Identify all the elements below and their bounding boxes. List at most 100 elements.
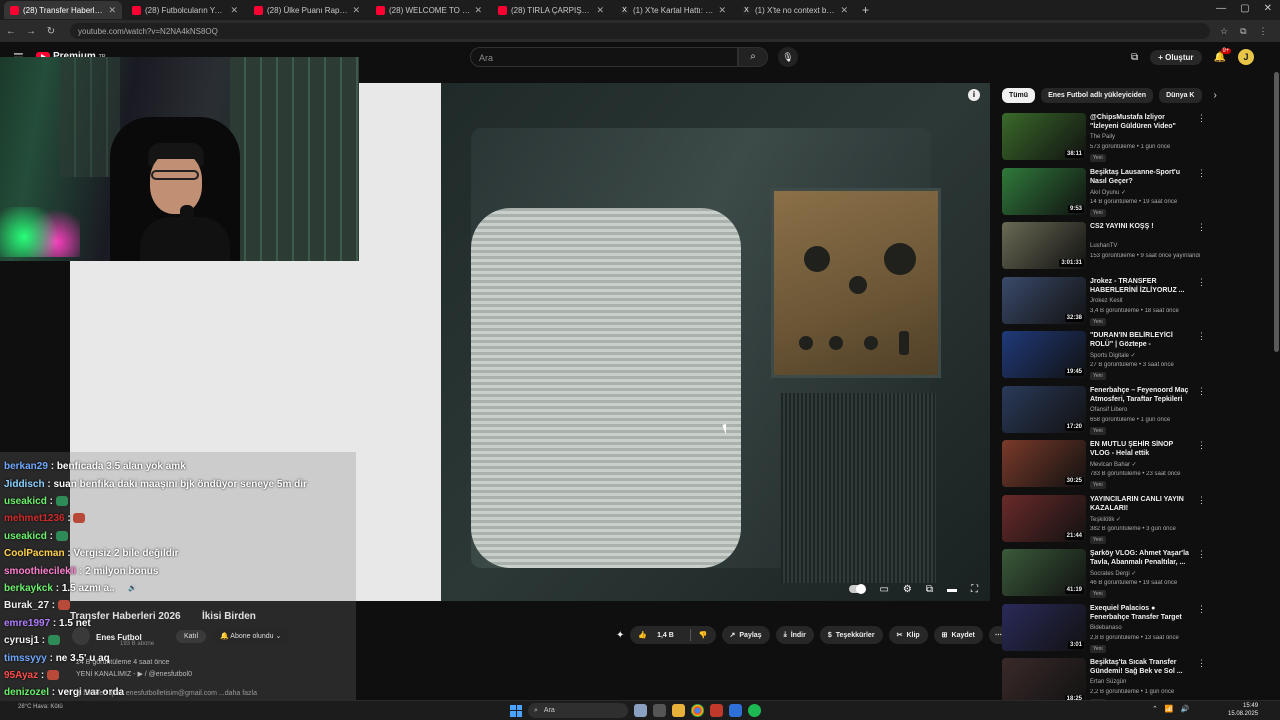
save-button[interactable]: ⊞ Kaydet xyxy=(933,626,983,644)
browser-tab[interactable]: (28) TIRLA ÇARPIŞTI! Türkiye'de ✕ xyxy=(492,1,610,19)
close-tab-icon[interactable]: ✕ xyxy=(352,5,360,16)
video-channel[interactable]: The Paily xyxy=(1090,134,1115,140)
more-options-icon[interactable]: ⋮ xyxy=(1197,113,1206,124)
video-channel[interactable]: Mevlcan Bahar ✓ xyxy=(1090,461,1137,468)
video-thumbnail[interactable]: 3:01 xyxy=(1002,603,1086,651)
more-options-icon[interactable]: ⋮ xyxy=(1197,277,1206,288)
weather-widget[interactable]: 28°C Hava: Kötü xyxy=(18,704,63,710)
reload-icon[interactable]: ↻ xyxy=(42,26,60,37)
browser-tab[interactable]: (28) Ülke Puanı Raporu Part-4✕ xyxy=(248,1,366,19)
close-tab-icon[interactable]: ✕ xyxy=(718,5,726,16)
voice-search-button[interactable]: 🎙 xyxy=(778,47,798,67)
url-field[interactable]: youtube.com/watch?v=N2NA4kNS8OQ xyxy=(70,23,1210,39)
channel-avatar[interactable] xyxy=(72,627,90,645)
more-options-icon[interactable]: ⋮ xyxy=(1197,495,1206,506)
video-thumbnail[interactable]: 21:44 xyxy=(1002,494,1086,542)
widgets-icon[interactable] xyxy=(634,704,647,717)
video-title[interactable]: Şarköy VLOG: Ahmet Yaşar'la Tavla, Abanm… xyxy=(1090,549,1190,567)
video-thumbnail[interactable]: 30:25 xyxy=(1002,440,1086,487)
video-channel[interactable]: LushanTV xyxy=(1090,243,1117,249)
video-title[interactable]: Beşiktaş'ta Sıcak Transfer Gündemi! Sağ … xyxy=(1090,658,1190,676)
recommended-video[interactable]: 30:25 EN MUTLU ŞEHİR SİNOP VLOG - Helal e… xyxy=(1002,440,1272,495)
video-channel[interactable]: Ertan Süzgün xyxy=(1090,679,1126,685)
more-options-icon[interactable]: ⋮ xyxy=(1197,658,1206,669)
network-icon[interactable]: 📶 xyxy=(1165,705,1174,713)
description-line-1[interactable]: YENİ KANALIMIZ - ▶ / @enesfutbol0 xyxy=(76,670,192,678)
taskbar-search[interactable]: ⌕ Ara xyxy=(528,703,628,718)
info-icon[interactable]: i xyxy=(968,89,980,101)
task-view-icon[interactable] xyxy=(653,704,666,717)
forward-icon[interactable]: → xyxy=(22,26,40,37)
notifications-button[interactable]: 🔔 9+ xyxy=(1214,47,1232,63)
thanks-button[interactable]: $ Teşekkürler xyxy=(819,626,883,644)
more-options-icon[interactable]: ⋮ xyxy=(1197,386,1206,397)
video-channel[interactable]: Jrokez Kesit xyxy=(1090,298,1123,304)
more-options-icon[interactable]: ⋮ xyxy=(1197,331,1206,342)
close-tab-icon[interactable]: ✕ xyxy=(108,5,116,16)
close-tab-icon[interactable]: ✕ xyxy=(840,5,848,16)
video-title[interactable]: YAYINCILARIN CANLI YAYIN KAZALARI! xyxy=(1090,495,1190,513)
recommended-video[interactable]: 32:38 Jrokez - TRANSFER HABERLERİNİ İZLİY… xyxy=(1002,276,1272,332)
video-thumbnail[interactable]: 18:25 xyxy=(1002,658,1086,705)
cast-icon[interactable]: ⧉ xyxy=(1131,52,1138,63)
create-button[interactable]: + Oluştur xyxy=(1150,49,1202,65)
close-tab-icon[interactable]: ✕ xyxy=(596,5,604,16)
video-channel[interactable]: Socrates Dergi ✓ xyxy=(1090,570,1136,577)
back-icon[interactable]: ← xyxy=(2,26,20,37)
close-window-icon[interactable]: ✕ xyxy=(1264,3,1272,14)
subscribed-button[interactable]: 🔔 Abone olundu ⌄ xyxy=(212,629,290,643)
chrome-icon[interactable] xyxy=(691,704,704,717)
dislike-button[interactable]: 👎 xyxy=(691,631,716,639)
video-title[interactable]: Exequiel Palacios ● Fenerbahçe Transfer … xyxy=(1090,604,1190,622)
subtitles-icon[interactable]: ▭ xyxy=(879,584,888,595)
video-title[interactable]: Fenerbahçe – Feyenoord Maç Atmosferi, Ta… xyxy=(1090,386,1190,404)
app-icon[interactable] xyxy=(710,704,723,717)
account-avatar[interactable]: J xyxy=(1238,49,1254,65)
more-options-icon[interactable]: ⋮ xyxy=(1197,222,1206,233)
miniplayer-icon[interactable]: ⧉ xyxy=(926,584,933,595)
video-channel[interactable]: Sports Digitale ✓ xyxy=(1090,352,1136,359)
close-tab-icon[interactable]: ✕ xyxy=(230,5,238,16)
more-options-icon[interactable]: ⋮ xyxy=(1197,440,1206,451)
browser-tab[interactable]: (28) Futbolcuların Yeni Kulüple ✕ xyxy=(126,1,244,19)
video-thumbnail[interactable]: 38:11 xyxy=(1002,113,1086,160)
messenger-icon[interactable] xyxy=(729,704,742,717)
menu-icon[interactable]: ⋮ xyxy=(1259,26,1268,37)
fullscreen-icon[interactable]: ⛶ xyxy=(971,584,978,595)
video-thumbnail[interactable]: 41:19 xyxy=(1002,549,1086,596)
recommended-video[interactable]: 38:11 @ChipsMustafa İzliyor "İzleyeni Gül… xyxy=(1002,113,1272,168)
more-options-icon[interactable]: ⋮ xyxy=(1197,168,1206,179)
minimize-icon[interactable]: — xyxy=(1216,3,1226,14)
spotify-icon[interactable] xyxy=(748,704,761,717)
recommended-video[interactable]: 41:19 Şarköy VLOG: Ahmet Yaşar'la Tavla, … xyxy=(1002,549,1272,604)
theater-mode-icon[interactable]: ▬ xyxy=(947,584,957,595)
video-title[interactable]: Jrokez - TRANSFER HABERLERİNİ İZLİYORUZ … xyxy=(1090,277,1190,295)
video-player[interactable]: i ▭ ⚙ ⧉ ▬ ⛶ xyxy=(441,83,990,601)
chip-all[interactable]: Tümü xyxy=(1002,88,1036,103)
windows-start-icon[interactable] xyxy=(510,704,522,717)
speaker-icon[interactable]: 🔊 xyxy=(1181,705,1190,713)
browser-tab[interactable]: X (1) X'te no context beşiktaş: "bi✕ xyxy=(736,1,854,19)
video-title[interactable]: EN MUTLU ŞEHİR SİNOP VLOG - Helal ettik xyxy=(1090,440,1190,458)
recommended-video[interactable]: 17:20 Fenerbahçe – Feyenoord Maç Atmosfer… xyxy=(1002,385,1272,441)
video-thumbnail[interactable]: 17:20 xyxy=(1002,385,1086,433)
video-thumbnail[interactable]: 19:45 xyxy=(1002,331,1086,378)
bookmark-icon[interactable]: ☆ xyxy=(1220,26,1228,37)
chip-world[interactable]: Dünya K xyxy=(1159,88,1202,103)
extensions-icon[interactable]: ⧉ xyxy=(1240,26,1246,37)
share-button[interactable]: ↗ Paylaş xyxy=(721,626,770,644)
like-button[interactable]: 👍 1,4 B xyxy=(630,631,689,639)
tray-chevron-icon[interactable]: ⌃ xyxy=(1152,705,1158,713)
more-options-icon[interactable]: ⋮ xyxy=(1197,549,1206,560)
search-button[interactable]: ⌕ xyxy=(738,47,768,67)
video-title[interactable]: @ChipsMustafa İzliyor "İzleyeni Güldüren… xyxy=(1090,113,1190,131)
maximize-icon[interactable]: ▢ xyxy=(1240,3,1249,14)
chip-from-uploader[interactable]: Enes Futbol adlı yükleyiciden xyxy=(1041,88,1154,103)
video-channel[interactable]: Akıl Oyunu ✓ xyxy=(1090,189,1126,196)
video-title[interactable]: Beşiktaş Lausanne-Sport'u Nasıl Geçer? xyxy=(1090,168,1190,186)
volume-icon[interactable]: 🔊 xyxy=(128,585,137,592)
video-thumbnail[interactable]: 9:53 xyxy=(1002,167,1086,215)
more-options-icon[interactable]: ⋮ xyxy=(1197,604,1206,615)
recommended-video[interactable]: 3:01:31 CS2 YAYINI KOŞŞ ! LushanTV 153 görü… xyxy=(1002,222,1272,277)
browser-tab[interactable]: (28) WELCOME TO HELL | Madı ✕ xyxy=(370,1,488,19)
